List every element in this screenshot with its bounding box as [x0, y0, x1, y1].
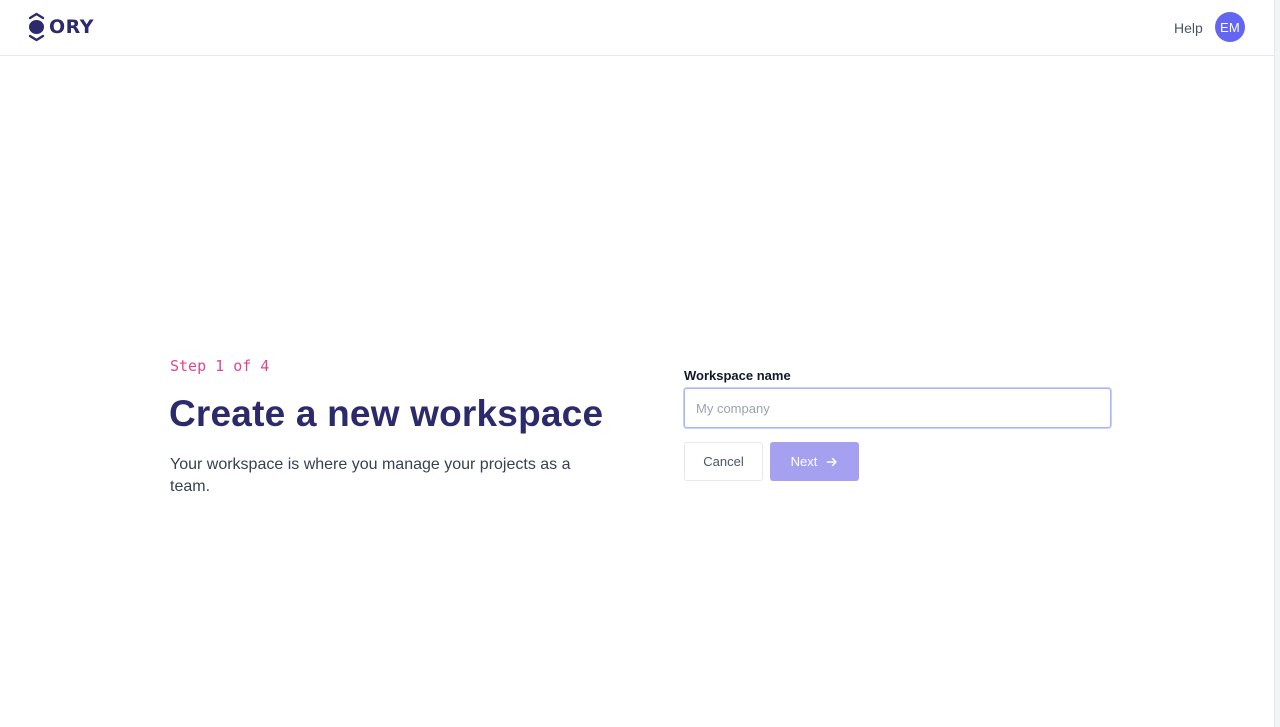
- arrow-right-icon: [826, 456, 838, 468]
- ory-logo-icon: [28, 12, 45, 42]
- user-avatar[interactable]: EM: [1215, 12, 1245, 42]
- cancel-button[interactable]: Cancel: [684, 442, 763, 481]
- step-indicator: Step 1 of 4: [170, 357, 270, 375]
- workspace-name-input[interactable]: [684, 388, 1111, 428]
- page-title: Create a new workspace: [169, 393, 604, 434]
- page-description: Your workspace is where you manage your …: [170, 456, 571, 495]
- cancel-button-label: Cancel: [703, 454, 744, 469]
- next-button[interactable]: Next: [770, 442, 859, 481]
- workspace-name-label: Workspace name: [684, 368, 791, 383]
- top-header: ORY Help EM: [0, 0, 1274, 56]
- ory-logo[interactable]: ORY: [28, 11, 94, 43]
- brand-name: ORY: [49, 16, 95, 38]
- page-scrollbar[interactable]: [1274, 0, 1280, 727]
- next-button-label: Next: [790, 454, 818, 469]
- help-link[interactable]: Help: [1174, 19, 1203, 37]
- page: ORY Help EM Step 1 of 4 Create a new wor…: [0, 0, 1280, 727]
